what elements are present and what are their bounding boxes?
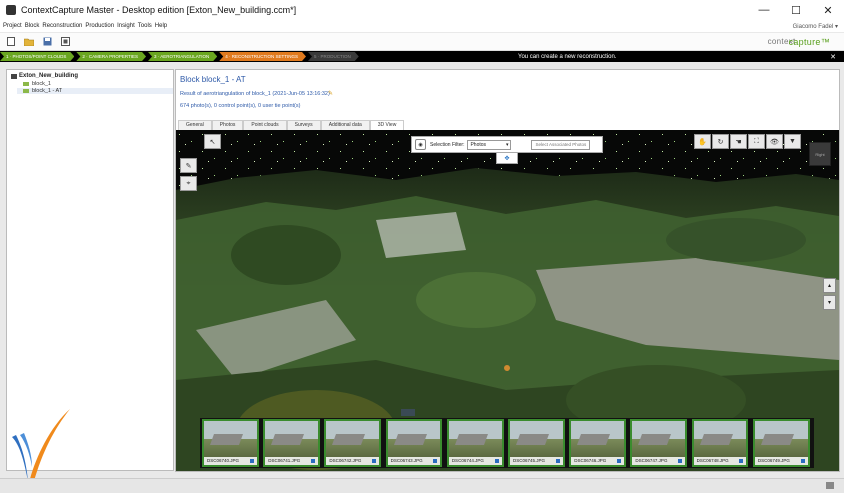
visibility-icon[interactable]: ◉	[415, 139, 426, 150]
settings-icon[interactable]	[58, 36, 72, 48]
menu-project[interactable]: Project	[3, 23, 22, 29]
tree-item-label: block_1	[32, 81, 51, 87]
edit-pencil-icon[interactable]: ✎	[328, 90, 333, 97]
thumbnail-caption: DSC06745.JPG	[510, 457, 563, 465]
photo-thumbnail-strip: DSC06740.JPG DSC06741.JPG DSC06742.JPG D…	[200, 418, 814, 468]
tree-item-block-1-at[interactable]: block_1 - AT	[17, 88, 173, 94]
step-production[interactable]: 5 · PRODUCTION	[308, 52, 359, 61]
maximize-button[interactable]: ☐	[780, 0, 812, 20]
photo-thumbnail[interactable]: DSC06740.JPG	[202, 419, 259, 467]
title-bar: ContextCapture Master - Desktop edition …	[0, 0, 844, 20]
selection-filter-label: Selection Filter:	[430, 141, 465, 148]
photo-thumbnail[interactable]: DSC06746.JPG	[569, 419, 626, 467]
status-indicator-icon	[826, 482, 834, 489]
close-message-button[interactable]: ✕	[830, 53, 836, 61]
hand-tool-button[interactable]: ☚	[730, 134, 747, 149]
block-subtitle: Result of aerotriangulation of block_1 (…	[180, 91, 330, 97]
photo-thumbnail[interactable]: DSC06747.JPG	[630, 419, 688, 467]
select-associated-photos-button[interactable]: Select Associated Photos	[531, 139, 591, 150]
tab-surveys[interactable]: Surveys	[286, 120, 321, 130]
photo-thumbnail[interactable]: DSC06745.JPG	[508, 419, 565, 467]
tab-general[interactable]: General	[178, 120, 212, 130]
thumbnail-caption: DSC06746.JPG	[571, 457, 624, 465]
save-project-icon[interactable]	[40, 36, 54, 48]
main-toolbar: context capture™	[0, 33, 844, 51]
navigation-cube[interactable]: Right	[809, 142, 831, 166]
minimize-button[interactable]: —	[748, 0, 780, 20]
open-project-icon[interactable]	[22, 36, 36, 48]
status-bar	[0, 478, 844, 493]
tie-point-tool-button[interactable]: ⌖	[180, 176, 197, 191]
workflow-steps-bar: 1 · PHOTOS/POINT CLOUDS 2 · CAMERA PROPE…	[0, 51, 844, 62]
status-message: You can create a new reconstruction.	[518, 53, 617, 60]
tab-photos[interactable]: Photos	[211, 120, 244, 130]
tree-root-project[interactable]: Exton_New_building	[11, 73, 78, 79]
close-window-button[interactable]: ✕	[812, 0, 844, 20]
project-icon	[11, 73, 17, 79]
thumbnail-caption: DSC06743.JPG	[387, 457, 441, 465]
user-menu[interactable]: Giacomo Fadel ▾	[793, 23, 838, 30]
block-tabs: General Photos Point clouds Surveys Addi…	[178, 120, 405, 130]
photo-thumbnail[interactable]: DSC06742.JPG	[324, 419, 382, 467]
block-icon	[23, 82, 29, 86]
rotate-tool-button[interactable]: ↻	[712, 134, 729, 149]
block-detail-panel: Block block_1 - AT Result of aerotriangu…	[175, 69, 840, 472]
brand-logo: context capture™	[767, 36, 830, 48]
measure-tool-button[interactable]: ✎	[180, 158, 197, 173]
thumbnail-caption: DSC06740.JPG	[204, 457, 257, 465]
brand-prefix: context	[767, 37, 796, 46]
thumbnail-caption: DSC06749.JPG	[754, 457, 808, 465]
3d-viewer[interactable]: ↖ ✎ ⌖ ◉ Selection Filter: Photos Select …	[176, 130, 839, 471]
tree-item-block-1[interactable]: block_1	[23, 81, 51, 87]
menu-insight[interactable]: Insight	[117, 23, 135, 29]
pan-tool-button[interactable]: ✋	[694, 134, 711, 149]
menu-block[interactable]: Block	[25, 23, 40, 29]
step-camera-properties[interactable]: 2 · CAMERA PROPERTIES	[76, 52, 146, 61]
filter-icon[interactable]: ▼	[784, 134, 801, 149]
window-controls: — ☐ ✕	[748, 0, 844, 20]
block-info: 674 photo(s), 0 control point(s), 0 user…	[180, 103, 301, 109]
photo-thumbnail[interactable]: DSC06743.JPG	[385, 419, 443, 467]
selection-filter-select[interactable]: Photos	[467, 139, 512, 150]
zoom-extent-button[interactable]: ⛶	[748, 134, 765, 149]
photo-thumbnail[interactable]: DSC06749.JPG	[752, 419, 810, 467]
menu-tools[interactable]: Tools	[138, 23, 152, 29]
thumbnail-caption: DSC06748.JPG	[693, 457, 747, 465]
zoom-in-button[interactable]: ▴	[823, 278, 836, 293]
tab-additional-data[interactable]: Additional data	[320, 120, 370, 130]
tab-point-clouds[interactable]: Point clouds	[243, 120, 287, 130]
view-options-button[interactable]: 👁	[766, 134, 783, 149]
app-icon	[6, 5, 16, 15]
menu-help[interactable]: Help	[155, 23, 167, 29]
zoom-out-button[interactable]: ▾	[823, 295, 836, 310]
step-reconstruction-settings[interactable]: 4 · RECONSTRUCTION SETTINGS	[219, 52, 306, 61]
brand-suffix: capture™	[788, 36, 830, 47]
menu-reconstruction[interactable]: Reconstruction	[42, 23, 82, 29]
photo-thumbnail[interactable]: DSC06744.JPG	[446, 419, 504, 467]
tree-root-label: Exton_New_building	[19, 73, 79, 79]
photo-thumbnail[interactable]: DSC06748.JPG	[691, 419, 749, 467]
selection-filter-box: ◉ Selection Filter: Photos Select Associ…	[411, 136, 603, 153]
step-aerotriangulation[interactable]: 3 · AEROTRIANGULATION	[148, 52, 217, 61]
block-heading: Block block_1 - AT	[180, 75, 246, 84]
display-tools-group: ⛶ 👁	[748, 134, 784, 149]
thumbnail-caption: DSC06741.JPG	[265, 457, 318, 465]
pin-icon[interactable]: ✥	[496, 152, 518, 164]
thumbnail-caption: DSC06747.JPG	[632, 457, 686, 465]
menu-bar: Project Block Reconstruction Production …	[0, 20, 844, 32]
view-tools-group: ✋ ↻ ☚	[694, 134, 748, 149]
step-photos[interactable]: 1 · PHOTOS/POINT CLOUDS	[0, 52, 74, 61]
photo-thumbnail[interactable]: DSC06741.JPG	[263, 419, 320, 467]
window-title: ContextCapture Master - Desktop edition …	[21, 5, 297, 15]
menu-production[interactable]: Production	[85, 23, 114, 29]
tab-3d-view[interactable]: 3D View	[369, 120, 405, 130]
tree-item-label: block_1 - AT	[32, 88, 63, 94]
corner-logo	[6, 405, 76, 485]
thumbnail-caption: DSC06742.JPG	[326, 457, 380, 465]
select-tool-button[interactable]: ↖	[204, 134, 221, 149]
new-project-icon[interactable]	[4, 36, 18, 48]
thumbnail-caption: DSC06744.JPG	[448, 457, 502, 465]
block-icon	[23, 89, 29, 93]
